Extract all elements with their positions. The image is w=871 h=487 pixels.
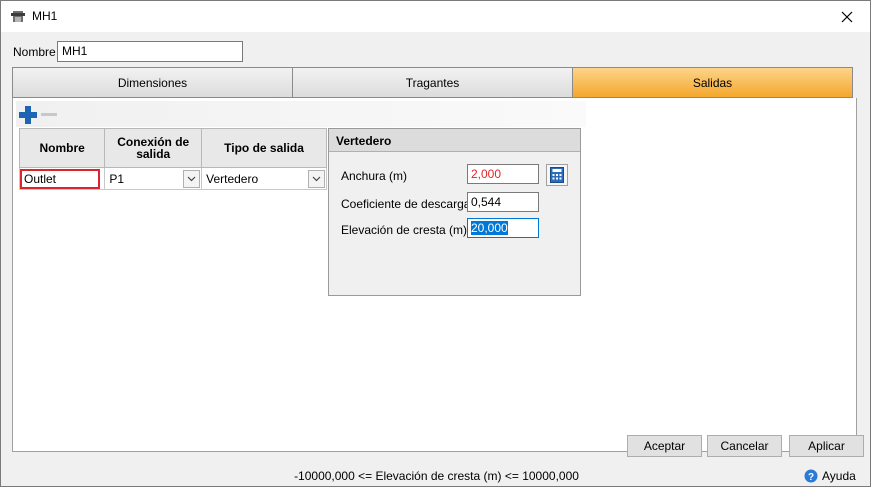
minus-icon[interactable] bbox=[40, 105, 60, 125]
accept-button[interactable]: Aceptar bbox=[627, 435, 702, 457]
window-title: MH1 bbox=[32, 9, 58, 23]
help-link[interactable]: ? Ayuda bbox=[804, 469, 856, 483]
dialog-content: Nombre MH1 Dimensiones Tragantes Salidas… bbox=[1, 32, 870, 486]
cancel-button[interactable]: Cancelar bbox=[707, 435, 782, 457]
column-header-conexion[interactable]: Conexión de salida bbox=[104, 128, 203, 168]
tab-bar: Dimensiones Tragantes Salidas bbox=[12, 67, 853, 98]
vertedero-group: Vertedero Anchura (m) 2,000 Coeficiente … bbox=[328, 128, 581, 296]
name-input[interactable]: MH1 bbox=[57, 41, 243, 62]
manhole-icon bbox=[11, 11, 25, 22]
tab-salidas[interactable]: Salidas bbox=[573, 68, 852, 97]
coeficiente-label: Coeficiente de descarga bbox=[341, 197, 471, 211]
outlet-name-input[interactable]: Outlet bbox=[20, 168, 100, 189]
salidas-panel: Nombre Conexión de salida Tipo de salida… bbox=[12, 98, 857, 452]
vertedero-title: Vertedero bbox=[329, 129, 580, 152]
help-icon: ? bbox=[804, 469, 818, 483]
connection-value: P1 bbox=[109, 171, 125, 186]
chevron-down-icon bbox=[312, 176, 321, 181]
connection-dropdown-button[interactable] bbox=[183, 169, 201, 188]
name-label: Nombre bbox=[13, 45, 56, 59]
status-text: -10000,000 <= Elevación de cresta (m) <=… bbox=[294, 469, 579, 483]
table-header: Nombre Conexión de salida Tipo de salida bbox=[18, 128, 327, 168]
close-button[interactable] bbox=[824, 1, 870, 32]
type-cell[interactable]: Vertedero bbox=[201, 167, 327, 190]
plus-icon[interactable] bbox=[18, 105, 38, 125]
chevron-down-icon bbox=[187, 176, 196, 181]
column-header-tipo[interactable]: Tipo de salida bbox=[201, 128, 327, 168]
title-bar: MH1 bbox=[1, 1, 870, 32]
dialog-window: MH1 Nombre MH1 Dimensiones Tragantes Sal… bbox=[0, 0, 871, 487]
table-row: Outlet P1 Vertedero bbox=[18, 167, 327, 190]
name-cell[interactable]: Outlet bbox=[18, 167, 106, 190]
elevacion-label: Elevación de cresta (m) bbox=[341, 223, 468, 237]
outlets-table: Nombre Conexión de salida Tipo de salida… bbox=[18, 128, 327, 190]
type-value: Vertedero bbox=[206, 171, 259, 186]
tab-tragantes[interactable]: Tragantes bbox=[293, 68, 573, 97]
anchura-input[interactable]: 2,000 bbox=[467, 164, 539, 184]
calculator-button[interactable] bbox=[546, 164, 568, 186]
elevacion-input[interactable]: 20,000 bbox=[467, 218, 539, 238]
connection-select[interactable]: P1 bbox=[105, 169, 201, 189]
help-label: Ayuda bbox=[822, 469, 856, 483]
svg-text:?: ? bbox=[808, 472, 814, 483]
type-dropdown-button[interactable] bbox=[308, 169, 325, 188]
coeficiente-input[interactable]: 0,544 bbox=[467, 192, 539, 212]
connection-cell[interactable]: P1 bbox=[104, 167, 203, 190]
column-header-nombre[interactable]: Nombre bbox=[18, 128, 106, 168]
anchura-label: Anchura (m) bbox=[341, 169, 408, 183]
close-icon bbox=[841, 11, 853, 22]
calculator-icon bbox=[550, 167, 564, 183]
type-select[interactable]: Vertedero bbox=[202, 169, 326, 189]
apply-button[interactable]: Aplicar bbox=[789, 435, 864, 457]
tab-dimensiones[interactable]: Dimensiones bbox=[13, 68, 293, 97]
outlet-toolbar bbox=[16, 101, 586, 127]
elevacion-selected-text: 20,000 bbox=[471, 221, 508, 235]
